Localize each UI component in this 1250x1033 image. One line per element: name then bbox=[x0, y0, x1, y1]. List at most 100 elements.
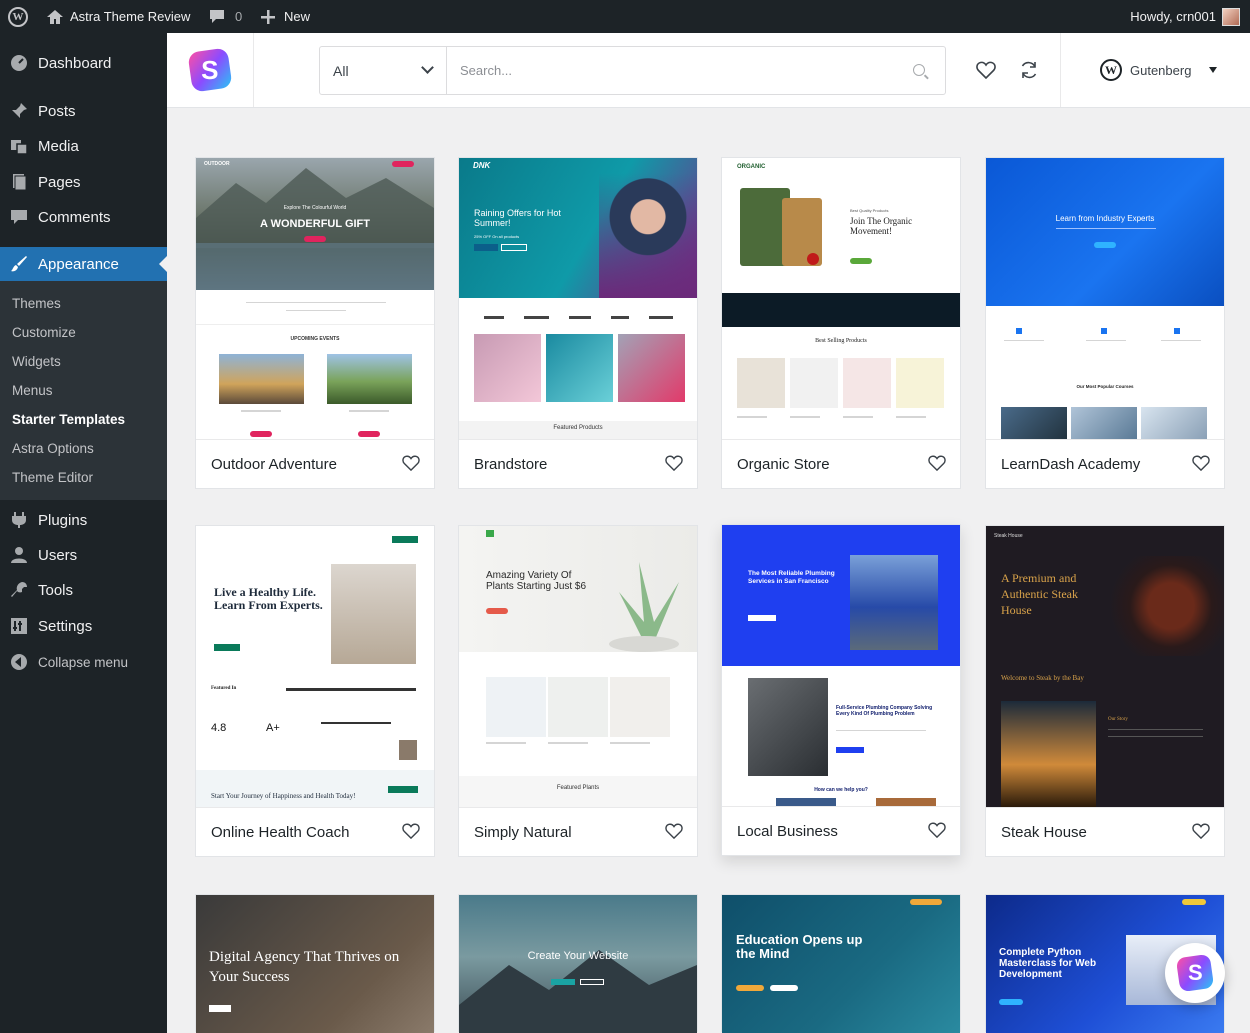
template-preview[interactable]: OUTDOOR Explore The Colourful World A WO… bbox=[196, 158, 434, 439]
hero-subtext: Best Quality Products bbox=[850, 208, 889, 213]
hero-heading: Raining Offers for Hot Summer! bbox=[474, 208, 561, 228]
hero-image: ORGANIC Join The Organic Movement! Best … bbox=[722, 158, 960, 293]
new-content-link[interactable]: New bbox=[261, 0, 310, 33]
section-heading: Featured Products bbox=[553, 425, 603, 431]
sidebar-label: Users bbox=[38, 546, 78, 564]
template-card-footer: Steak House bbox=[986, 807, 1224, 856]
hero-heading: Amazing Variety Of Plants Starting Just … bbox=[486, 570, 587, 592]
sidebar-item-users[interactable]: Users bbox=[0, 538, 167, 572]
heart-icon[interactable] bbox=[402, 455, 420, 471]
hero-heading: Learn from Industry Experts bbox=[1055, 214, 1155, 223]
wordpress-icon: W bbox=[1100, 59, 1122, 81]
template-preview[interactable]: The Most Reliable Plumbing Services in S… bbox=[722, 525, 960, 806]
template-card[interactable]: Learn from Industry Experts Our Most Pop… bbox=[985, 157, 1225, 489]
template-name: LearnDash Academy bbox=[1001, 455, 1141, 473]
wordpress-logo-menu[interactable]: W bbox=[8, 0, 28, 33]
template-preview[interactable]: Education Opens up the Mind bbox=[722, 895, 960, 1033]
brand-logo[interactable]: S bbox=[167, 33, 254, 107]
submenu-widgets[interactable]: Widgets bbox=[12, 354, 61, 369]
collapse-menu-button[interactable]: Collapse menu bbox=[0, 645, 167, 679]
template-card[interactable]: Create Your Website bbox=[458, 894, 698, 1033]
template-preview[interactable]: DNK Raining Offers for Hot Summer! 25% O… bbox=[459, 158, 697, 439]
template-preview[interactable]: ORGANIC Join The Organic Movement! Best … bbox=[722, 158, 960, 439]
category-select-value: All bbox=[333, 62, 349, 79]
search-icon[interactable] bbox=[913, 64, 925, 76]
sidebar-label: Appearance bbox=[38, 255, 119, 273]
heart-icon[interactable] bbox=[1192, 823, 1210, 839]
sidebar-item-posts[interactable]: Posts bbox=[0, 94, 167, 128]
template-card[interactable]: Education Opens up the Mind bbox=[721, 894, 961, 1033]
account-menu[interactable]: Howdy, crn001 bbox=[1130, 0, 1240, 33]
template-name: Online Health Coach bbox=[211, 823, 350, 841]
comments-link[interactable]: 0 bbox=[209, 0, 242, 33]
hero-subtext: Full-Service Plumbing Company Solving Ev… bbox=[836, 705, 933, 717]
template-card-footer: Online Health Coach bbox=[196, 807, 434, 856]
template-preview[interactable]: Steak House A Premium and Authentic Stea… bbox=[986, 526, 1224, 807]
sidebar-label: Settings bbox=[38, 617, 93, 635]
sidebar-item-dashboard[interactable]: Dashboard bbox=[0, 46, 167, 80]
template-preview[interactable]: Learn from Industry Experts Our Most Pop… bbox=[986, 158, 1224, 439]
heart-icon[interactable] bbox=[1192, 455, 1210, 471]
template-name: Local Business bbox=[737, 822, 838, 840]
category-select[interactable]: All bbox=[320, 47, 447, 94]
submenu-customize[interactable]: Customize bbox=[12, 325, 76, 340]
sidebar-item-comments[interactable]: Comments bbox=[0, 200, 167, 234]
hero-heading: Create Your Website bbox=[527, 950, 629, 962]
section-heading: Best Selling Products bbox=[815, 338, 867, 344]
sidebar-label: Media bbox=[38, 137, 79, 155]
template-name: Steak House bbox=[1001, 823, 1087, 841]
template-preview[interactable]: Live a Healthy Life. Learn From Experts.… bbox=[196, 526, 434, 807]
sidebar-item-appearance[interactable]: Appearance bbox=[0, 247, 167, 281]
template-card-footer: Organic Store bbox=[722, 439, 960, 488]
template-name: Outdoor Adventure bbox=[211, 455, 337, 473]
search-input[interactable] bbox=[460, 47, 890, 94]
template-card[interactable]: ORGANIC Join The Organic Movement! Best … bbox=[721, 157, 961, 489]
favorites-button[interactable] bbox=[973, 57, 999, 83]
wordpress-icon: W bbox=[8, 6, 28, 27]
submenu-theme-editor[interactable]: Theme Editor bbox=[12, 470, 93, 485]
hero-heading: Education Opens up the Mind bbox=[736, 932, 863, 961]
section-heading: How can we help you? bbox=[814, 787, 868, 793]
sidebar-item-media[interactable]: Media bbox=[0, 129, 167, 163]
admin-bar: W Astra Theme Review 0 New Howdy, crn001 bbox=[0, 0, 1250, 33]
comment-icon bbox=[10, 208, 28, 226]
submenu-starter-templates[interactable]: Starter Templates bbox=[12, 412, 125, 427]
page-builder-select[interactable]: W Gutenberg bbox=[1060, 33, 1250, 107]
heart-icon[interactable] bbox=[928, 455, 946, 471]
template-card[interactable]: OUTDOOR Explore The Colourful World A WO… bbox=[195, 157, 435, 489]
sidebar-label: Comments bbox=[38, 208, 111, 226]
comment-icon bbox=[210, 10, 224, 23]
help-widget-button[interactable]: S bbox=[1165, 943, 1225, 1003]
sidebar-item-settings[interactable]: Settings bbox=[0, 609, 167, 643]
hero-heading: The Most Reliable Plumbing Services in S… bbox=[748, 570, 835, 585]
template-preview[interactable]: Amazing Variety Of Plants Starting Just … bbox=[459, 526, 697, 807]
sidebar-item-plugins[interactable]: Plugins bbox=[0, 503, 167, 537]
site-name-link[interactable]: Astra Theme Review bbox=[46, 0, 190, 33]
sidebar-label: Posts bbox=[38, 102, 76, 120]
sync-library-button[interactable] bbox=[1016, 57, 1042, 83]
caret-down-icon bbox=[1209, 67, 1218, 73]
submenu-themes[interactable]: Themes bbox=[12, 296, 61, 311]
heart-icon[interactable] bbox=[665, 823, 683, 839]
wrench-icon bbox=[10, 581, 28, 599]
stat-rating: 4.8 bbox=[211, 722, 227, 734]
heart-icon[interactable] bbox=[665, 455, 683, 471]
sidebar-item-tools[interactable]: Tools bbox=[0, 573, 167, 607]
submenu-astra-options[interactable]: Astra Options bbox=[12, 441, 94, 456]
heart-icon[interactable] bbox=[928, 822, 946, 838]
submenu-menus[interactable]: Menus bbox=[12, 383, 53, 398]
template-card[interactable]: The Most Reliable Plumbing Services in S… bbox=[721, 524, 961, 856]
sidebar-item-pages[interactable]: Pages bbox=[0, 165, 167, 199]
hero-image: The Most Reliable Plumbing Services in S… bbox=[722, 525, 960, 666]
template-card[interactable]: Digital Agency That Thrives on Your Succ… bbox=[195, 894, 435, 1033]
template-card[interactable]: DNK Raining Offers for Hot Summer! 25% O… bbox=[458, 157, 698, 489]
starter-templates-logo-icon: S bbox=[187, 47, 233, 93]
template-card[interactable]: Amazing Variety Of Plants Starting Just … bbox=[458, 525, 698, 857]
user-icon bbox=[10, 546, 28, 564]
template-preview[interactable]: Digital Agency That Thrives on Your Succ… bbox=[196, 895, 434, 1033]
sidebar-label: Dashboard bbox=[38, 54, 112, 72]
heart-icon[interactable] bbox=[402, 823, 420, 839]
template-preview[interactable]: Create Your Website bbox=[459, 895, 697, 1033]
template-card[interactable]: Live a Healthy Life. Learn From Experts.… bbox=[195, 525, 435, 857]
template-card[interactable]: Steak House A Premium and Authentic Stea… bbox=[985, 525, 1225, 857]
